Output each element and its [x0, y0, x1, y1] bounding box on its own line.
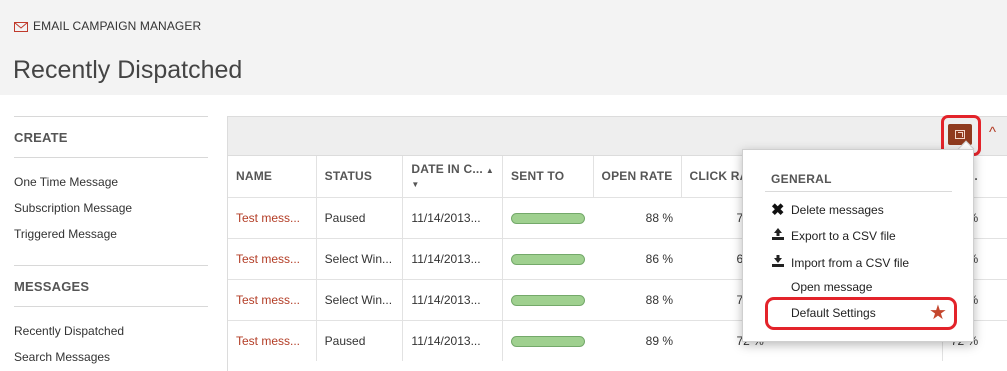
sent-to-cell [502, 237, 594, 279]
open-rate-cell: 89 % [593, 319, 682, 361]
sidebar-item-recently-dispatched[interactable]: Recently Dispatched [14, 324, 124, 338]
message-name-link[interactable]: Test mess... [236, 334, 300, 348]
menu-item-label: Delete messages [791, 203, 884, 217]
sent-to-cell [502, 278, 594, 320]
date-cell: 11/14/2013... [402, 319, 503, 361]
menu-item-open-message[interactable]: Open message [771, 280, 872, 294]
date-cell: 11/14/2013... [402, 278, 503, 320]
page-title: Recently Dispatched [13, 56, 243, 84]
star-icon: ★ [929, 302, 947, 324]
column-header-status[interactable]: STATUS [315, 156, 403, 197]
message-name-link[interactable]: Test mess... [236, 211, 300, 225]
menu-item-label: Open message [791, 280, 873, 294]
date-cell: 11/14/2013... [402, 237, 503, 279]
sidebar-heading-messages: MESSAGES [14, 279, 90, 294]
menu-item-delete-messages[interactable]: ✖ Delete messages [771, 200, 884, 220]
sidebar-item-search-messages[interactable]: Search Messages [14, 350, 110, 364]
status-cell: Select Win... [315, 237, 403, 279]
sent-to-bar [511, 212, 586, 224]
app-header: EMAIL CAMPAIGN MANAGER Recently Dispatch… [0, 0, 1007, 95]
sidebar-item-triggered-message[interactable]: Triggered Message [14, 227, 117, 241]
status-cell: Select Win... [315, 278, 403, 320]
column-header-date[interactable]: DATE IN C... ▲ ▼ [402, 156, 503, 197]
menu-item-label: Export to a CSV file [791, 228, 896, 243]
date-cell: 11/14/2013... [402, 196, 503, 238]
app-title: EMAIL CAMPAIGN MANAGER [14, 19, 201, 33]
menu-item-export-csv[interactable]: Export to a CSV file [771, 227, 896, 244]
sidebar-item-subscription-message[interactable]: Subscription Message [14, 201, 132, 215]
column-header-name[interactable]: NAME [228, 156, 317, 197]
mail-icon [14, 21, 28, 32]
sidebar-divider [14, 306, 208, 307]
message-name-link[interactable]: Test mess... [236, 252, 300, 266]
open-rate-cell: 86 % [593, 237, 682, 279]
sidebar-divider [14, 116, 208, 117]
sidebar-divider [14, 157, 208, 158]
collapse-chevron-up-icon[interactable]: ^ [989, 124, 996, 141]
menu-item-import-csv[interactable]: Import from a CSV file [771, 254, 909, 271]
column-header-date-label: DATE IN C... [411, 162, 483, 177]
column-header-sent-to[interactable]: SENT TO [502, 156, 594, 197]
message-name-link[interactable]: Test mess... [236, 293, 300, 307]
app-title-text: EMAIL CAMPAIGN MANAGER [33, 19, 202, 33]
dropdown-heading: GENERAL [771, 172, 832, 186]
open-rate-cell: 88 % [593, 278, 682, 320]
export-icon [771, 227, 791, 244]
sidebar-heading-create: CREATE [14, 130, 68, 145]
sidebar-divider [14, 265, 208, 266]
sent-to-bar [511, 294, 586, 306]
sent-to-bar [511, 336, 586, 348]
sent-to-cell [502, 319, 594, 361]
menu-item-label: Import from a CSV file [791, 255, 910, 270]
sent-to-cell [502, 196, 594, 238]
column-header-open-rate[interactable]: OPEN RATE [592, 156, 682, 197]
sidebar-item-one-time-message[interactable]: One Time Message [14, 175, 118, 189]
status-cell: Paused [315, 196, 403, 238]
sent-to-bar [511, 253, 586, 265]
status-cell: Paused [315, 319, 403, 361]
open-rate-cell: 88 % [593, 196, 682, 238]
dropdown-divider [765, 191, 952, 192]
import-icon [771, 254, 791, 271]
close-icon: ✖ [771, 202, 785, 219]
